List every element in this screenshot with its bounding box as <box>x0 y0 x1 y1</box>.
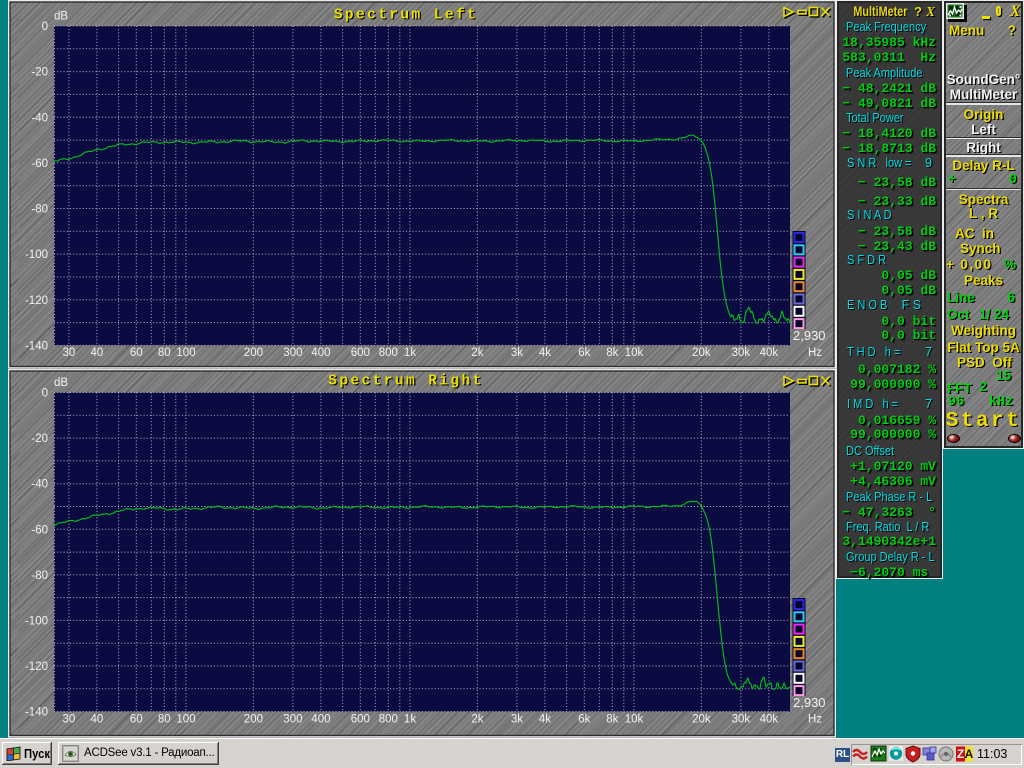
svg-text:400: 400 <box>311 347 330 359</box>
svg-text:600: 600 <box>351 347 370 359</box>
svg-text:60: 60 <box>130 714 143 726</box>
svg-text:-140: -140 <box>25 340 48 352</box>
svg-text:80: 80 <box>158 714 171 726</box>
svg-text:0: 0 <box>42 388 48 400</box>
svg-text:3k: 3k <box>511 347 523 359</box>
svg-text:2,930: 2,930 <box>793 328 826 343</box>
svg-text:4k: 4k <box>539 714 551 726</box>
svg-text:Z: Z <box>957 747 964 761</box>
svg-text:dB: dB <box>54 11 68 23</box>
svg-text:40k: 40k <box>760 714 779 726</box>
svg-text:0: 0 <box>42 21 48 33</box>
svg-text:-80: -80 <box>31 204 48 216</box>
svg-text:10k: 10k <box>625 714 644 726</box>
svg-text:-60: -60 <box>31 524 48 536</box>
svg-text:30: 30 <box>63 714 76 726</box>
svg-text:300: 300 <box>283 347 302 359</box>
svg-text:600: 600 <box>351 714 370 726</box>
svg-text:6k: 6k <box>578 714 590 726</box>
svg-text:-120: -120 <box>25 295 48 307</box>
svg-text:30: 30 <box>63 347 76 359</box>
svg-text:800: 800 <box>379 714 398 726</box>
svg-text:-40: -40 <box>31 479 48 491</box>
svg-text:40: 40 <box>91 714 104 726</box>
svg-text:300: 300 <box>283 714 302 726</box>
svg-text:-80: -80 <box>31 570 48 582</box>
svg-text:40: 40 <box>91 347 104 359</box>
svg-text:-120: -120 <box>25 661 48 673</box>
svg-text:200: 200 <box>244 347 263 359</box>
svg-text:800: 800 <box>379 347 398 359</box>
svg-text:1k: 1k <box>404 714 416 726</box>
svg-text:8k: 8k <box>606 714 618 726</box>
svg-text:4k: 4k <box>539 347 551 359</box>
svg-text:-40: -40 <box>31 112 48 124</box>
svg-text:dB: dB <box>54 377 68 389</box>
svg-text:400: 400 <box>311 714 330 726</box>
svg-text:Spectrum Left: Spectrum Left <box>334 8 478 24</box>
svg-text:2k: 2k <box>471 714 483 726</box>
svg-text:-140: -140 <box>25 707 48 719</box>
svg-text:6k: 6k <box>578 347 590 359</box>
svg-text:30k: 30k <box>732 714 751 726</box>
svg-text:2k: 2k <box>471 347 483 359</box>
svg-text:200: 200 <box>244 714 263 726</box>
svg-text:2,930: 2,930 <box>793 695 826 710</box>
svg-text:80: 80 <box>158 347 171 359</box>
svg-text:-20: -20 <box>31 67 48 79</box>
svg-text:10k: 10k <box>625 347 644 359</box>
svg-text:Hz: Hz <box>808 347 822 359</box>
svg-text:60: 60 <box>130 347 143 359</box>
svg-text:40k: 40k <box>760 347 779 359</box>
svg-text:20k: 20k <box>692 714 711 726</box>
svg-text:1k: 1k <box>404 347 416 359</box>
svg-text:100: 100 <box>176 714 195 726</box>
svg-text:-100: -100 <box>25 615 48 627</box>
svg-text:-20: -20 <box>31 433 48 445</box>
svg-text:A: A <box>965 747 974 761</box>
svg-text:-60: -60 <box>31 158 48 170</box>
svg-text:Hz: Hz <box>808 714 822 726</box>
svg-text:-100: -100 <box>25 249 48 261</box>
svg-text:30k: 30k <box>732 347 751 359</box>
svg-text:20k: 20k <box>692 347 711 359</box>
svg-text:100: 100 <box>176 347 195 359</box>
svg-text:8k: 8k <box>606 347 618 359</box>
svg-text:3k: 3k <box>511 714 523 726</box>
svg-text:Spectrum Right: Spectrum Right <box>328 374 483 390</box>
